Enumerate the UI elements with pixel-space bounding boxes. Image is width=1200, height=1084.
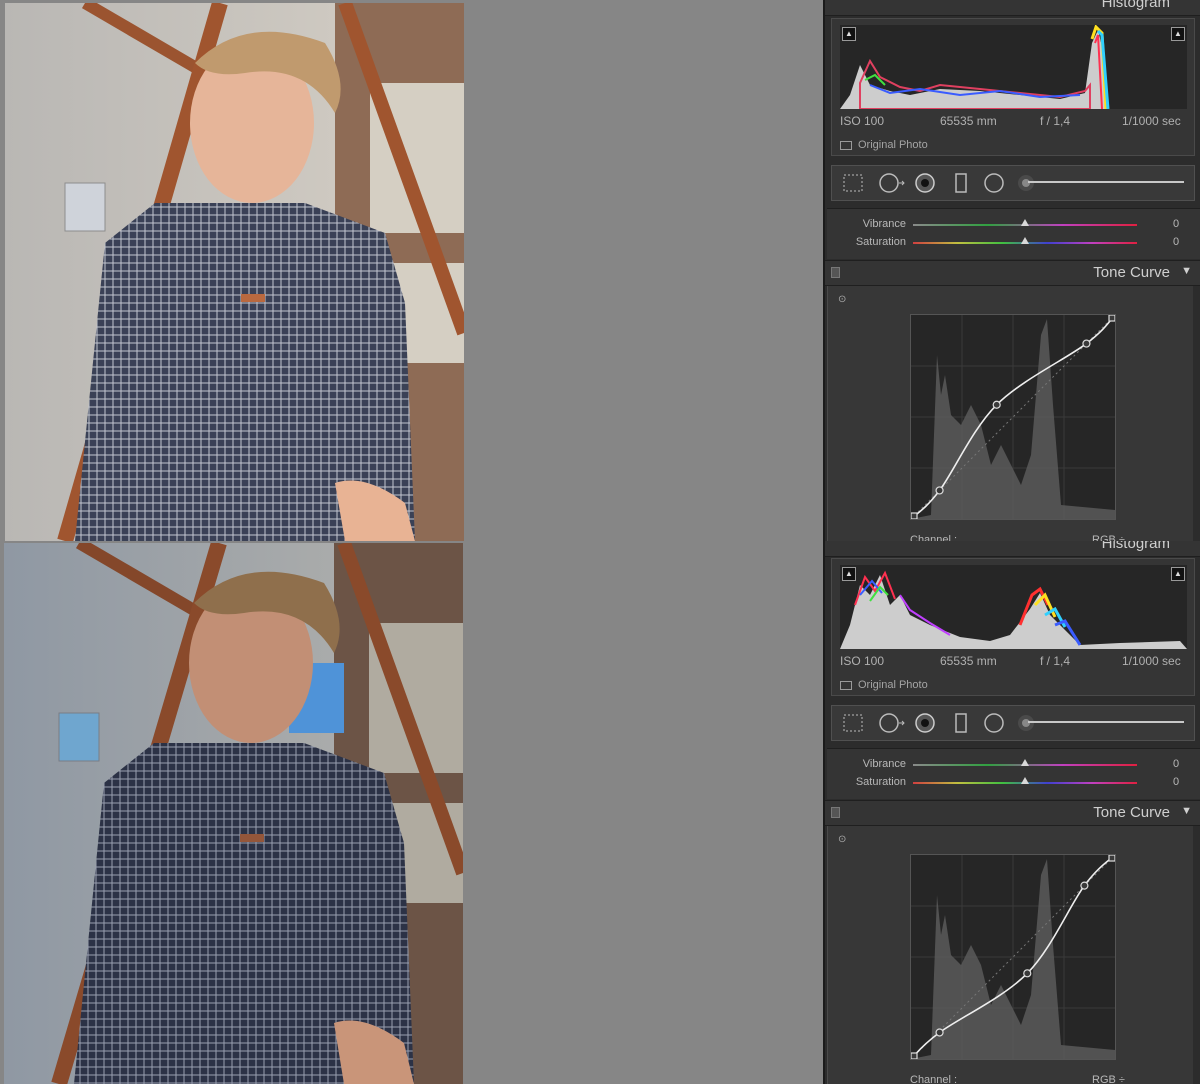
histogram-svg <box>840 25 1110 109</box>
curve-control-point[interactable] <box>911 512 918 519</box>
channel-label: Channel : <box>910 534 958 541</box>
panel-switch-icon[interactable] <box>831 267 840 278</box>
vibrance-thumb[interactable] <box>1021 219 1029 226</box>
presence-section: Vibrance 0 Saturation 0 <box>827 208 1200 259</box>
curve-control-point[interactable] <box>1082 339 1091 348</box>
saturation-label: Saturation <box>855 236 906 248</box>
histogram-svg <box>840 570 1187 649</box>
collapse-triangle-icon[interactable]: ▼ <box>1181 805 1192 817</box>
aperture-text: f / 1,4 <box>1040 114 1071 128</box>
original-photo-toggle[interactable]: Original Photo <box>840 139 928 151</box>
iso-text: ISO 100 <box>840 654 885 668</box>
brush-size-slider[interactable] <box>1028 181 1184 183</box>
saturation-value[interactable]: 0 <box>1173 236 1179 248</box>
adjustment-brush-icon[interactable] <box>1015 172 1037 194</box>
curve-control-point[interactable] <box>935 486 944 495</box>
shadow-clipping-button[interactable]: ▲ <box>842 27 856 41</box>
tone-curve-title: Tone Curve <box>1093 804 1170 821</box>
vibrance-thumb[interactable] <box>1021 759 1029 766</box>
brush-size-slider[interactable] <box>1028 721 1184 723</box>
red-eye-icon[interactable] <box>914 172 936 194</box>
spot-removal-icon[interactable] <box>878 712 905 734</box>
original-photo-label: Original Photo <box>858 139 928 151</box>
targeted-adjustment-icon[interactable]: ⊙ <box>838 294 846 305</box>
original-photo-label: Original Photo <box>858 679 928 691</box>
original-photo-checkbox[interactable] <box>840 140 852 150</box>
curve-control-point[interactable] <box>992 400 1001 409</box>
tone-curve-graph[interactable] <box>910 854 1116 1060</box>
saturation-thumb[interactable] <box>1021 777 1029 784</box>
vibrance-label: Vibrance <box>862 758 906 770</box>
adjustment-brush-icon[interactable] <box>1015 712 1037 734</box>
highlight-clipping-button[interactable]: ▲ <box>1171 27 1185 41</box>
channel-select[interactable]: RGB ÷ <box>1092 1074 1125 1084</box>
curve-control-point[interactable] <box>935 1028 944 1037</box>
histogram-header[interactable]: Histogram <box>825 0 1200 16</box>
shutter-speed-text: 1/1000 sec <box>1122 114 1181 128</box>
photo-after <box>4 543 463 1084</box>
vibrance-label: Vibrance <box>862 218 906 230</box>
tool-strip <box>831 165 1195 201</box>
original-photo-toggle[interactable]: Original Photo <box>840 679 928 691</box>
targeted-adjustment-icon[interactable]: ⊙ <box>838 834 846 845</box>
focal-length-text: 65535 mm <box>940 654 997 668</box>
curve-control-point[interactable] <box>1108 315 1115 322</box>
shutter-speed-text: 1/1000 sec <box>1122 654 1181 668</box>
saturation-thumb[interactable] <box>1021 237 1029 244</box>
develop-panel-before: Histogram ▲ ▲ ISO 100 65535 mm f / 1,4 1… <box>823 0 1200 541</box>
tone-curve-header[interactable]: Tone Curve ▼ <box>825 260 1200 286</box>
shadow-clipping-button[interactable]: ▲ <box>842 567 856 581</box>
channel-select[interactable]: RGB ÷ <box>1092 534 1125 541</box>
tone-curve-title: Tone Curve <box>1093 264 1170 281</box>
histogram-title: Histogram <box>1101 0 1170 11</box>
histogram-box: ▲ ▲ ISO 100 65535 mm f / 1,4 1/1000 sec … <box>831 18 1195 156</box>
tone-curve-box: ⊙ Channel : RGB ÷ <box>827 286 1193 541</box>
tool-strip <box>831 705 1195 741</box>
develop-panel-after: Histogram ▲ ▲ ISO 100 65535 mm f / 1,4 1… <box>823 541 1200 1084</box>
spot-removal-icon[interactable] <box>878 172 905 194</box>
photo-before <box>5 3 464 541</box>
presence-section: Vibrance 0 Saturation 0 <box>827 748 1200 799</box>
red-eye-icon[interactable] <box>914 712 936 734</box>
histogram-graph: ▲ ▲ <box>840 565 1187 649</box>
panel-switch-icon[interactable] <box>831 807 840 818</box>
radial-filter-icon[interactable] <box>983 712 1005 734</box>
tone-curve-header[interactable]: Tone Curve ▼ <box>825 800 1200 826</box>
curve-control-point[interactable] <box>911 1052 918 1059</box>
curve-control-point[interactable] <box>1023 969 1032 978</box>
saturation-label: Saturation <box>855 776 906 788</box>
saturation-value[interactable]: 0 <box>1173 776 1179 788</box>
histogram-title: Histogram <box>1101 541 1170 552</box>
vibrance-row[interactable]: Vibrance 0 <box>827 216 1200 234</box>
graduated-filter-icon[interactable] <box>950 172 972 194</box>
histogram-box: ▲ ▲ ISO 100 65535 mm f / 1,4 1/1000 sec … <box>831 558 1195 696</box>
radial-filter-icon[interactable] <box>983 172 1005 194</box>
tone-curve-graph[interactable] <box>910 314 1116 520</box>
vibrance-row[interactable]: Vibrance 0 <box>827 756 1200 774</box>
vibrance-value[interactable]: 0 <box>1173 218 1179 230</box>
vibrance-value[interactable]: 0 <box>1173 758 1179 770</box>
histogram-graph: ▲ ▲ <box>840 25 1187 109</box>
crop-overlay-icon[interactable] <box>842 172 864 194</box>
collapse-triangle-icon[interactable]: ▼ <box>1181 265 1192 277</box>
histogram-header[interactable]: Histogram <box>825 541 1200 557</box>
tone-curve-box: ⊙ Channel : RGB ÷ <box>827 826 1193 1084</box>
iso-text: ISO 100 <box>840 114 885 128</box>
original-photo-checkbox[interactable] <box>840 680 852 690</box>
focal-length-text: 65535 mm <box>940 114 997 128</box>
channel-label: Channel : <box>910 1074 958 1084</box>
saturation-row[interactable]: Saturation 0 <box>827 774 1200 792</box>
saturation-row[interactable]: Saturation 0 <box>827 234 1200 252</box>
crop-overlay-icon[interactable] <box>842 712 864 734</box>
curve-control-point[interactable] <box>1080 881 1089 890</box>
aperture-text: f / 1,4 <box>1040 654 1071 668</box>
highlight-clipping-button[interactable]: ▲ <box>1171 567 1185 581</box>
curve-control-point[interactable] <box>1108 855 1115 862</box>
graduated-filter-icon[interactable] <box>950 712 972 734</box>
